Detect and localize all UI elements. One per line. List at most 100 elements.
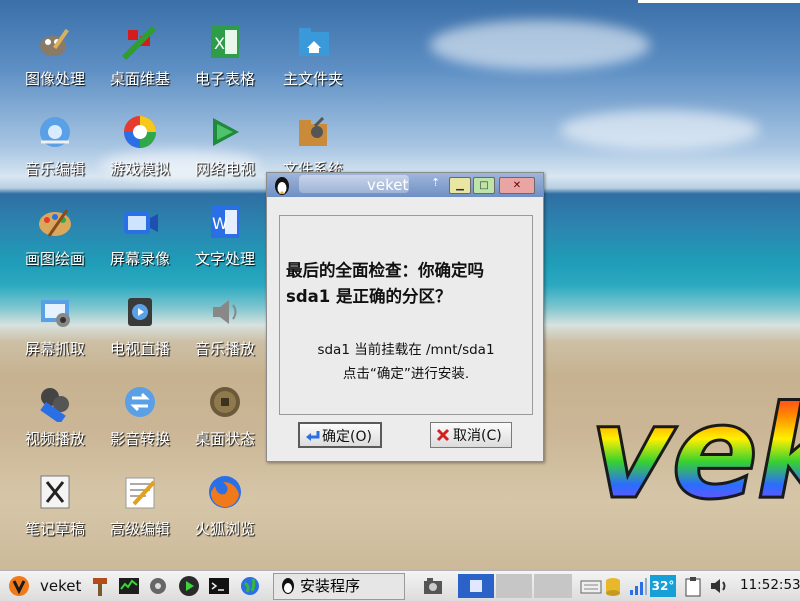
- desktop-icon-label: 影音转换: [109, 430, 170, 448]
- message-line-1: sda1 当前挂载在 /mnt/sda1: [317, 342, 495, 358]
- desktop-icon-label: 音乐编辑: [24, 160, 85, 178]
- terminal-icon[interactable]: [208, 575, 230, 597]
- desktop-icon-desktop-status[interactable]: 桌面状态: [180, 382, 270, 449]
- filesystem-icon: [293, 112, 333, 152]
- minimize-button[interactable]: ▁: [449, 177, 471, 194]
- live-tv-icon: [120, 292, 160, 332]
- word-processor-icon: W: [205, 202, 245, 242]
- wallpaper-logo: veket: [589, 388, 800, 519]
- desktop-icon-label: 桌面状态: [194, 430, 255, 448]
- desktop-icon-gimp[interactable]: 图像处理: [10, 22, 100, 89]
- volume-icon[interactable]: [708, 575, 730, 597]
- clipboard-icon[interactable]: [684, 575, 702, 597]
- desktop-icon-label: 文字处理: [194, 250, 255, 268]
- desktop-icon-label: 火狐浏览: [194, 520, 255, 538]
- desktop-icon-media-converter[interactable]: 影音转换: [95, 382, 185, 449]
- desktop-icon-paint[interactable]: 画图绘画: [10, 202, 100, 269]
- desktop-icon-label: 高级编辑: [109, 520, 170, 538]
- workspace-1[interactable]: [458, 574, 494, 598]
- wiki-icon: [120, 22, 160, 62]
- desktop-icon-filesystem[interactable]: 文件系统: [268, 112, 358, 179]
- system-monitor-icon[interactable]: [118, 575, 140, 597]
- ok-label: 确定(O): [322, 429, 372, 445]
- tux-icon: [273, 175, 291, 195]
- music-player-icon: [205, 292, 245, 332]
- workspace-window: [470, 580, 482, 592]
- cloud: [430, 20, 650, 70]
- tux-icon: [282, 578, 294, 594]
- dialog-titlebar[interactable]: veket ⇡ ▁ □ ✕: [267, 173, 543, 197]
- desktop-icon-label: 电子表格: [194, 70, 255, 88]
- desktop-icon-music-player[interactable]: 音乐播放: [180, 292, 270, 359]
- desktop-icon-label: 笔记草稿: [24, 520, 85, 538]
- dialog-panel: 最后的全面检查：你确定吗 sda1 是正确的分区？ sda1 当前挂载在 /mn…: [279, 215, 533, 415]
- audio-editor-icon: [35, 112, 75, 152]
- top-strip: [638, 0, 800, 3]
- pin-icon[interactable]: ⇡: [431, 176, 440, 189]
- network-tv-icon: [205, 112, 245, 152]
- desktop-icon-label: 画图绘画: [24, 250, 85, 268]
- taskbar-task-installer[interactable]: 安装程序: [273, 573, 405, 600]
- home-folder-icon: [293, 22, 333, 62]
- svg-text:W: W: [212, 214, 228, 233]
- taskbar: veket 安装程序 32° 11:52:53: [0, 570, 800, 601]
- tools-icon[interactable]: [148, 575, 168, 597]
- desktop-icon-spreadsheet[interactable]: X 电子表格: [180, 22, 270, 89]
- drive-icon[interactable]: [604, 575, 622, 597]
- desktop-icon-wiki[interactable]: 桌面维基: [95, 22, 185, 89]
- desktop-icon-screenshot[interactable]: 屏幕抓取: [10, 292, 100, 359]
- dialog-message: sda1 当前挂载在 /mnt/sda1 点击“确定”进行安装.: [280, 338, 532, 386]
- desktop-icon-game-emulator[interactable]: 游戏模拟: [95, 112, 185, 179]
- desktop-icon-label: 游戏模拟: [109, 160, 170, 178]
- notes-icon: [35, 472, 75, 512]
- ok-arrow-icon: [304, 426, 320, 441]
- screenshot-icon: [35, 292, 75, 332]
- svg-text:X: X: [214, 34, 225, 53]
- start-menu-label[interactable]: veket: [40, 577, 81, 599]
- message-line-2: 点击“确定”进行安装.: [342, 366, 470, 382]
- workspace-2[interactable]: [496, 574, 532, 598]
- firefox-icon: [205, 472, 245, 512]
- desktop-icon-screen-recorder[interactable]: 屏幕录像: [95, 202, 185, 269]
- confirm-dialog: veket ⇡ ▁ □ ✕ 最后的全面检查：你确定吗 sda1 是正确的分区？ …: [266, 172, 544, 462]
- cancel-button[interactable]: 取消(C): [430, 422, 512, 448]
- desktop-icon-label: 屏幕抓取: [24, 340, 85, 358]
- ok-button[interactable]: 确定(O): [298, 422, 382, 448]
- spreadsheet-icon: X: [205, 22, 245, 62]
- media-converter-icon: [120, 382, 160, 422]
- workspace-3[interactable]: [534, 574, 572, 598]
- cancel-x-icon: [435, 425, 451, 442]
- desktop-icon-video-player[interactable]: 视频播放: [10, 382, 100, 449]
- gimp-icon: [35, 22, 75, 62]
- screen-recorder-icon: [120, 202, 160, 242]
- desktop-icon-text-editor[interactable]: 高级编辑: [95, 472, 185, 539]
- start-menu-icon[interactable]: [8, 575, 30, 597]
- desktop: 图像处理 桌面维基 X 电子表格 主文件夹 音乐编辑 游戏模拟 网络电视 文件系…: [0, 0, 800, 570]
- temperature-badge[interactable]: 32°: [650, 575, 676, 597]
- desktop-icon-notes[interactable]: 笔记草稿: [10, 472, 100, 539]
- globe-icon[interactable]: [240, 575, 260, 597]
- clock[interactable]: 11:52:53: [740, 577, 800, 593]
- desktop-icon-live-tv[interactable]: 电视直播: [95, 292, 185, 359]
- desktop-icon-home-folder[interactable]: 主文件夹: [268, 22, 358, 89]
- desktop-icon-word-processor[interactable]: W 文字处理: [180, 202, 270, 269]
- desktop-icon-network-tv[interactable]: 网络电视: [180, 112, 270, 179]
- maximize-button[interactable]: □: [473, 177, 495, 194]
- desktop-icon-label: 视频播放: [24, 430, 85, 448]
- keyboard-icon[interactable]: [580, 575, 602, 597]
- desktop-icon-label: 电视直播: [109, 340, 170, 358]
- signal-icon[interactable]: [628, 575, 648, 597]
- dialog-heading: 最后的全面检查：你确定吗 sda1 是正确的分区？: [286, 261, 484, 306]
- media-play-icon[interactable]: [178, 575, 200, 597]
- close-button[interactable]: ✕: [499, 177, 535, 194]
- cancel-label: 取消(C): [453, 428, 502, 444]
- hammer-icon[interactable]: [90, 575, 110, 597]
- desktop-icon-label: 音乐播放: [194, 340, 255, 358]
- task-label: 安装程序: [300, 577, 361, 595]
- dialog-title: veket: [367, 176, 409, 194]
- desktop-icon-label: 图像处理: [24, 70, 85, 88]
- camera-icon[interactable]: [422, 575, 444, 597]
- desktop-icon-audio-editor[interactable]: 音乐编辑: [10, 112, 100, 179]
- desktop-icon-firefox[interactable]: 火狐浏览: [180, 472, 270, 539]
- cloud: [560, 110, 760, 150]
